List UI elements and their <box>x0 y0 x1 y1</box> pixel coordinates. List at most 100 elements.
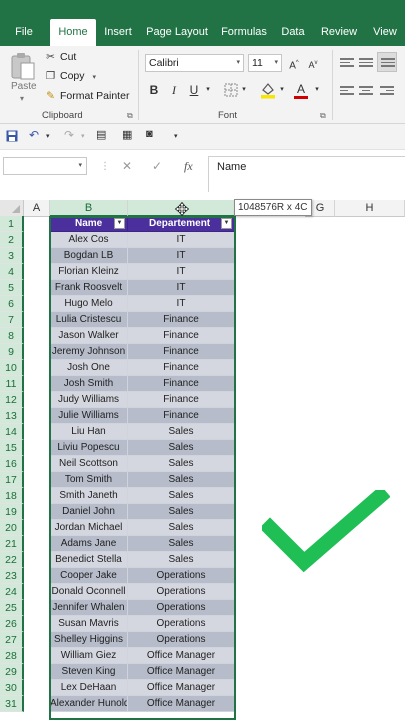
column-header-a[interactable]: A <box>24 200 50 217</box>
table-cell-name[interactable]: Liu Han <box>50 424 128 440</box>
row-header[interactable]: 12 <box>0 392 24 408</box>
align-top-icon[interactable] <box>340 58 354 70</box>
table-cell-name[interactable]: Adams Jane <box>50 536 128 552</box>
table-cell-department[interactable]: Finance <box>128 408 235 424</box>
table-cell-name[interactable]: Benedict Stella <box>50 552 128 568</box>
table-cell-department[interactable]: Sales <box>128 456 235 472</box>
align-left-icon[interactable] <box>340 86 354 98</box>
table-cell-department[interactable]: Sales <box>128 536 235 552</box>
table-cell-department[interactable]: Operations <box>128 616 235 632</box>
insert-function-icon[interactable]: fx <box>184 159 193 174</box>
enter-icon[interactable]: ✓ <box>152 159 162 173</box>
table-cell-name[interactable]: Smith Janeth <box>50 488 128 504</box>
tab-formulas[interactable]: Formulas <box>218 19 270 46</box>
table-cell-name[interactable]: Bogdan LB <box>50 248 128 264</box>
row-header[interactable]: 31 <box>0 696 24 712</box>
row-header[interactable]: 7 <box>0 312 24 328</box>
document-icon[interactable]: ▦ <box>122 128 132 141</box>
cut-button[interactable]: ✂ Cut <box>44 49 76 65</box>
column-header-b[interactable]: B <box>50 200 128 217</box>
chevron-down-icon[interactable]: ▾ <box>20 94 24 103</box>
cancel-icon[interactable]: ✕ <box>122 159 132 173</box>
table-cell-department[interactable]: Operations <box>128 568 235 584</box>
italic-button[interactable]: I <box>168 81 180 99</box>
row-header[interactable]: 11 <box>0 376 24 392</box>
row-header[interactable]: 29 <box>0 664 24 680</box>
borders-icon[interactable] <box>224 83 238 97</box>
table-cell-department[interactable]: IT <box>128 296 235 312</box>
table-cell-department[interactable]: Sales <box>128 520 235 536</box>
row-header[interactable]: 20 <box>0 520 24 536</box>
chevron-down-icon[interactable]: ▾ <box>46 132 50 140</box>
row-header[interactable]: 6 <box>0 296 24 312</box>
table-cell-name[interactable]: Josh Smith <box>50 376 128 392</box>
underline-button[interactable]: U <box>188 81 200 99</box>
table-cell-name[interactable]: Steven King <box>50 664 128 680</box>
table-cell-name[interactable]: Tom Smith <box>50 472 128 488</box>
select-all-corner[interactable] <box>0 200 24 217</box>
table-cell-name[interactable]: Daniel John <box>50 504 128 520</box>
table-cell-department[interactable]: Finance <box>128 392 235 408</box>
chevron-down-icon[interactable]: ▾ <box>278 81 286 99</box>
camera-icon[interactable]: ◙ <box>146 128 153 140</box>
row-header[interactable]: 16 <box>0 456 24 472</box>
table-cell-name[interactable]: Frank Roosvelt <box>50 280 128 296</box>
align-middle-icon[interactable] <box>359 58 373 70</box>
table-cell-department[interactable]: Sales <box>128 552 235 568</box>
row-header[interactable]: 2 <box>0 232 24 248</box>
row-header[interactable]: 10 <box>0 360 24 376</box>
row-header[interactable]: 27 <box>0 632 24 648</box>
row-header[interactable]: 14 <box>0 424 24 440</box>
table-cell-name[interactable]: Donald Oconnell <box>50 584 128 600</box>
chevron-down-icon[interactable]: ▾ <box>81 132 85 140</box>
table-cell-name[interactable]: Jennifer Whalen <box>50 600 128 616</box>
table-cell-name[interactable]: Jason Walker <box>50 328 128 344</box>
customize-toolbar-icon[interactable]: ▾ <box>174 132 178 140</box>
tab-view[interactable]: View <box>368 19 402 46</box>
redo-icon[interactable]: ↷ <box>64 128 74 142</box>
chevron-down-icon[interactable]: ▾ <box>93 74 97 81</box>
font-size-select[interactable]: 11 ▾ <box>248 54 282 72</box>
table-cell-name[interactable]: Liviu Popescu <box>50 440 128 456</box>
table-cell-department[interactable]: Operations <box>128 632 235 648</box>
row-header[interactable]: 15 <box>0 440 24 456</box>
row-header[interactable]: 8 <box>0 328 24 344</box>
align-right-icon[interactable] <box>380 86 394 98</box>
table-cell-name[interactable]: Judy Williams <box>50 392 128 408</box>
row-header[interactable]: 28 <box>0 648 24 664</box>
save-icon[interactable] <box>6 130 18 142</box>
table-cell-department[interactable]: Finance <box>128 312 235 328</box>
row-header[interactable]: 9 <box>0 344 24 360</box>
increase-font-size-button[interactable]: A^ <box>287 54 301 72</box>
paste-icon[interactable] <box>10 52 36 80</box>
table-cell-department[interactable]: Finance <box>128 344 235 360</box>
table-cell-department[interactable]: Office Manager <box>128 680 235 696</box>
tab-data[interactable]: Data <box>278 19 308 46</box>
align-center-icon[interactable] <box>359 86 373 98</box>
filter-dropdown-icon[interactable]: ▼ <box>221 218 232 229</box>
table-cell-name[interactable]: Julie Williams <box>50 408 128 424</box>
table-cell-department[interactable]: IT <box>128 232 235 248</box>
chevron-down-icon[interactable]: ▾ <box>204 81 212 99</box>
table-cell-department[interactable]: IT <box>128 280 235 296</box>
undo-icon[interactable]: ↶ <box>29 128 39 142</box>
row-header[interactable]: 26 <box>0 616 24 632</box>
table-cell-name[interactable]: Cooper Jake <box>50 568 128 584</box>
table-cell-name[interactable]: Lulia Cristescu <box>50 312 128 328</box>
table-cell-name[interactable]: Jeremy Johnson <box>50 344 128 360</box>
table-cell-name[interactable]: Josh One <box>50 360 128 376</box>
table-cell-department[interactable]: Sales <box>128 472 235 488</box>
row-header[interactable]: 13 <box>0 408 24 424</box>
table-header-name[interactable]: Name ▼ <box>50 216 128 232</box>
chevron-down-icon[interactable]: ▾ <box>240 81 248 99</box>
table-cell-department[interactable]: Finance <box>128 360 235 376</box>
table-header-department[interactable]: Departement ▼ <box>128 216 235 232</box>
table-cell-department[interactable]: IT <box>128 264 235 280</box>
row-header[interactable]: 1 <box>0 216 24 232</box>
table-cell-name[interactable]: Jordan Michael <box>50 520 128 536</box>
row-header[interactable]: 23 <box>0 568 24 584</box>
tab-review[interactable]: Review <box>318 19 360 46</box>
font-launcher-icon[interactable]: ⧉ <box>320 111 326 121</box>
table-cell-name[interactable]: Susan Mavris <box>50 616 128 632</box>
table-cell-name[interactable]: William Giez <box>50 648 128 664</box>
